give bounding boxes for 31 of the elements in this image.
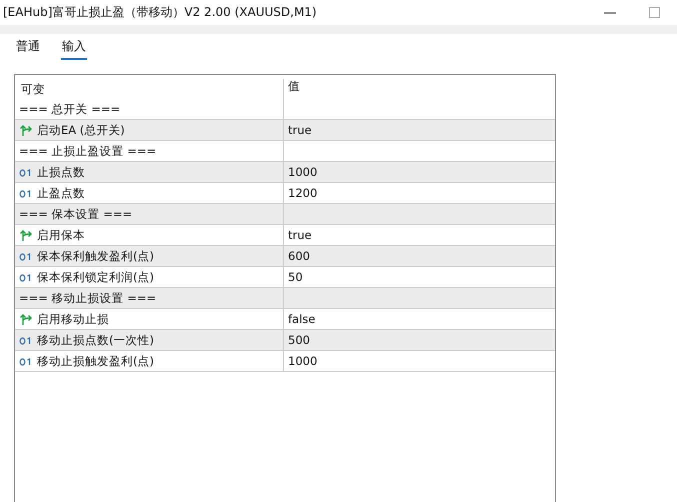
section-header: === 止损止盈设置 === xyxy=(19,144,156,158)
tab[interactable]: 输入 xyxy=(61,38,87,60)
branch-arrow-icon xyxy=(19,123,33,137)
parameter-value[interactable]: 600 xyxy=(288,249,310,263)
parameter-name: 启用移动止损 xyxy=(37,312,109,326)
branch-arrow-icon xyxy=(19,312,33,326)
parameter-value[interactable]: false xyxy=(288,312,316,326)
column-header: 可变 xyxy=(21,82,45,96)
section-header: === 总开关 === xyxy=(19,102,120,116)
tab[interactable]: 普通 xyxy=(15,38,41,60)
window-title: [EAHub]富哥止损止盈（带移动）V2 2.00 (XAUUSD,M1) xyxy=(3,4,317,21)
parameter-name: 移动止损触发盈利(点) xyxy=(37,354,154,368)
parameter-name: 保本保利锁定利润(点) xyxy=(37,270,154,284)
branch-arrow-icon xyxy=(19,228,33,242)
parameter-value[interactable]: 1000 xyxy=(288,165,318,179)
parameter-name: 保本保利触发盈利(点) xyxy=(37,248,154,264)
maximize-icon xyxy=(648,6,660,18)
parameter-value[interactable]: true xyxy=(288,123,312,137)
parameter-name: 止盈点数 xyxy=(37,186,85,200)
section-header: === 保本设置 === xyxy=(19,206,132,222)
parameter-name: 止损点数 xyxy=(37,164,85,180)
parameter-value[interactable]: 1000 xyxy=(288,354,318,368)
parameter-value[interactable]: true xyxy=(288,228,312,242)
parameter-name: 启动EA (总开关) xyxy=(37,122,125,138)
parameter-name: 移动止损点数(一次性) xyxy=(37,332,154,348)
parameter-value[interactable]: 50 xyxy=(288,270,303,284)
section-header: === 移动止损设置 === xyxy=(19,290,156,306)
parameter-value[interactable]: 500 xyxy=(288,333,310,347)
parameter-name: 启用保本 xyxy=(37,228,85,242)
parameter-value[interactable]: 1200 xyxy=(288,186,318,200)
column-header: 值 xyxy=(288,79,300,93)
